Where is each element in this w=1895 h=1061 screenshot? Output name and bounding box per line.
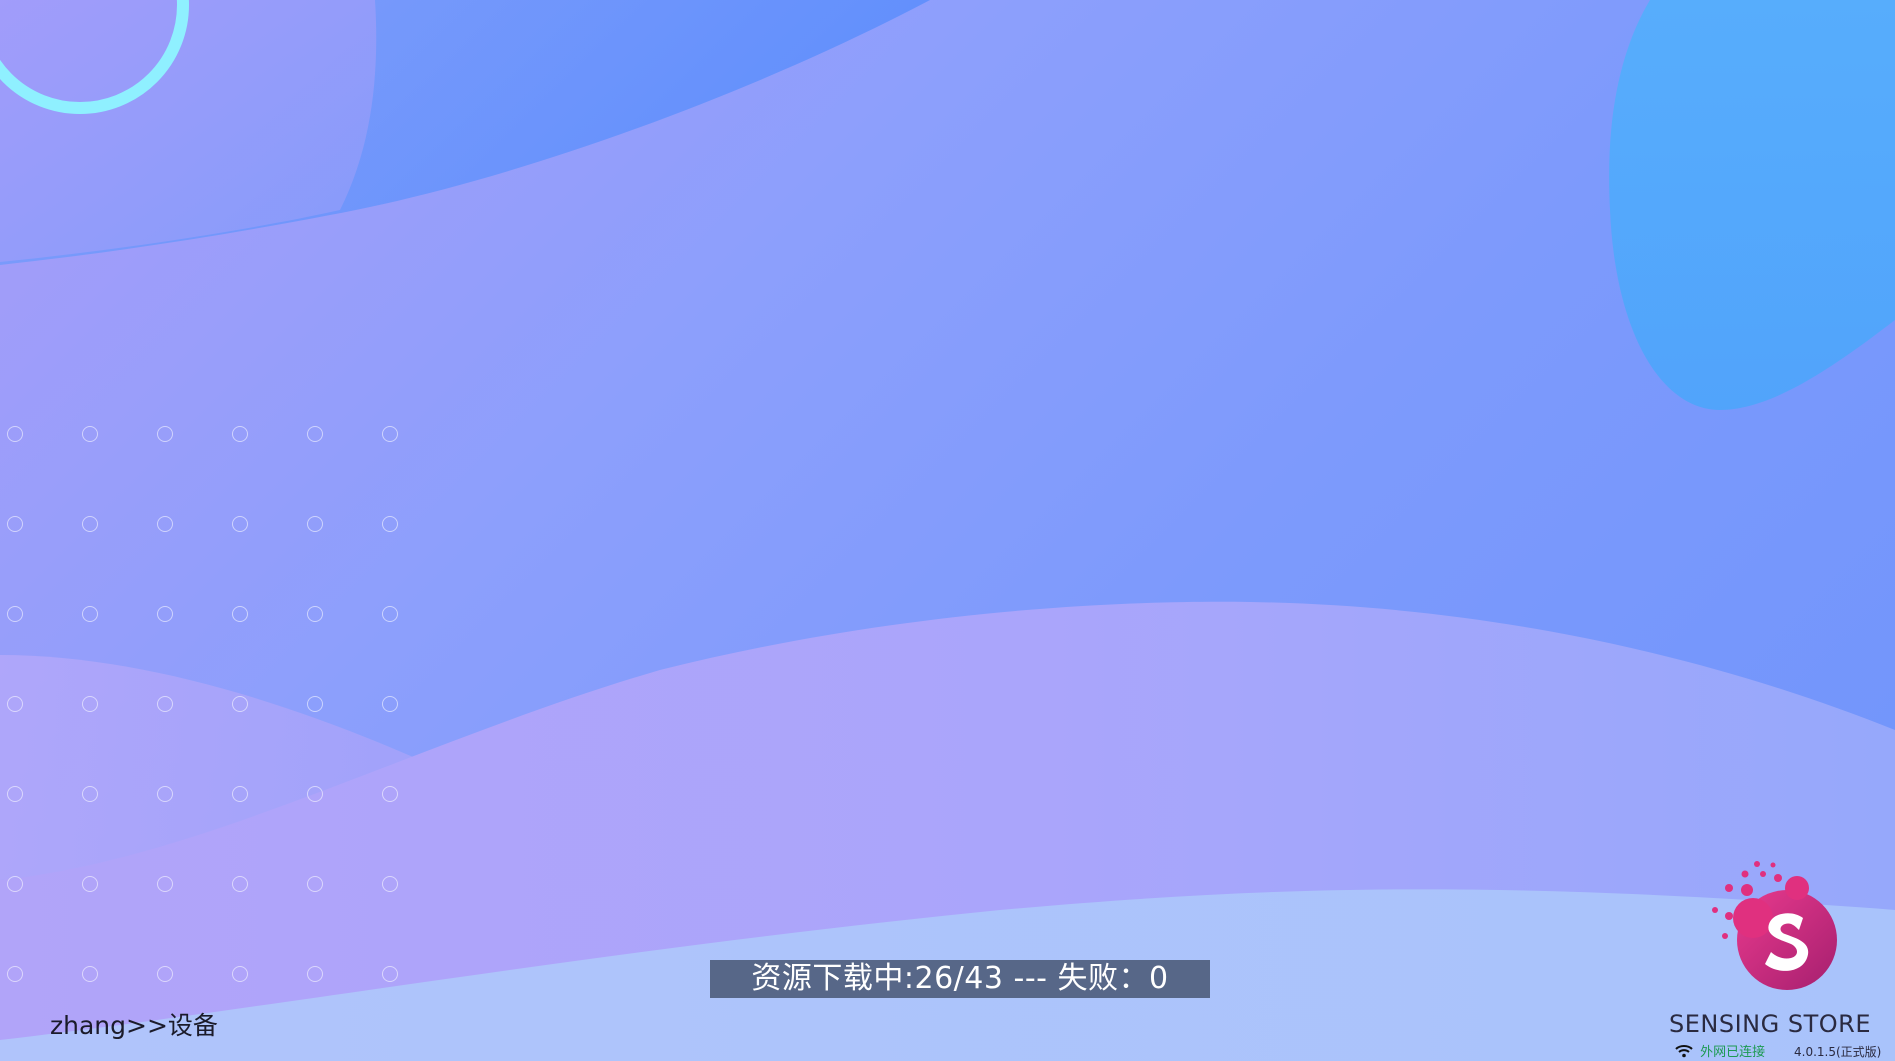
decorative-dot <box>7 516 23 532</box>
decorative-dot <box>82 966 98 982</box>
decorative-dot <box>382 426 398 442</box>
version-label: 4.0.1.5(正式版) <box>1794 1045 1882 1059</box>
decorative-dot <box>157 516 173 532</box>
decorative-dot <box>157 966 173 982</box>
decorative-dot <box>157 426 173 442</box>
sensing-store-s-logo-icon <box>1712 861 1837 990</box>
decorative-dot <box>307 876 323 892</box>
decorative-dot <box>307 516 323 532</box>
decorative-dot <box>307 696 323 712</box>
decorative-dot <box>382 606 398 622</box>
decorative-dot <box>307 786 323 802</box>
decorative-dot <box>7 696 23 712</box>
decorative-dot <box>232 876 248 892</box>
download-status-bar: 资源下载中:26/43 --- 失败：0 <box>710 960 1210 998</box>
decorative-dot <box>157 696 173 712</box>
brand-panel: SENSING STORE 外网已连接 4.0.1.5(正式版) <box>1655 860 1885 1060</box>
decorative-dot <box>232 606 248 622</box>
decorative-dot <box>382 516 398 532</box>
decorative-dot <box>232 786 248 802</box>
network-status-text: 外网已连接 <box>1700 1045 1766 1060</box>
decorative-dot <box>232 516 248 532</box>
brand-name: SENSING STORE <box>1669 1010 1871 1038</box>
decorative-dot <box>82 426 98 442</box>
decorative-dot <box>307 426 323 442</box>
decorative-dot <box>307 606 323 622</box>
decorative-dot <box>82 606 98 622</box>
decorative-dot <box>382 786 398 802</box>
decorative-dot <box>82 516 98 532</box>
wifi-icon <box>1675 1044 1693 1057</box>
decorative-dot <box>232 696 248 712</box>
breadcrumb[interactable]: zhang>>设备 <box>50 1006 218 1042</box>
decorative-dot <box>157 876 173 892</box>
decorative-dot <box>382 696 398 712</box>
decorative-dot <box>157 606 173 622</box>
decorative-dot <box>307 966 323 982</box>
decorative-dot <box>7 876 23 892</box>
decorative-dot <box>382 876 398 892</box>
decorative-dot <box>232 426 248 442</box>
dot-grid-decoration <box>0 0 420 1000</box>
desktop-screen: 资源下载中:26/43 --- 失败：0 zhang>>设备 SENSING S… <box>0 0 1895 1061</box>
decorative-dot <box>7 606 23 622</box>
decorative-dot <box>82 786 98 802</box>
network-status-row: 外网已连接 <box>1675 1041 1765 1060</box>
decorative-dot <box>7 426 23 442</box>
decorative-dot <box>82 876 98 892</box>
decorative-dot <box>82 696 98 712</box>
decorative-dot <box>232 966 248 982</box>
decorative-dot <box>7 966 23 982</box>
decorative-dot <box>7 786 23 802</box>
decorative-dot <box>157 786 173 802</box>
decorative-dot <box>382 966 398 982</box>
